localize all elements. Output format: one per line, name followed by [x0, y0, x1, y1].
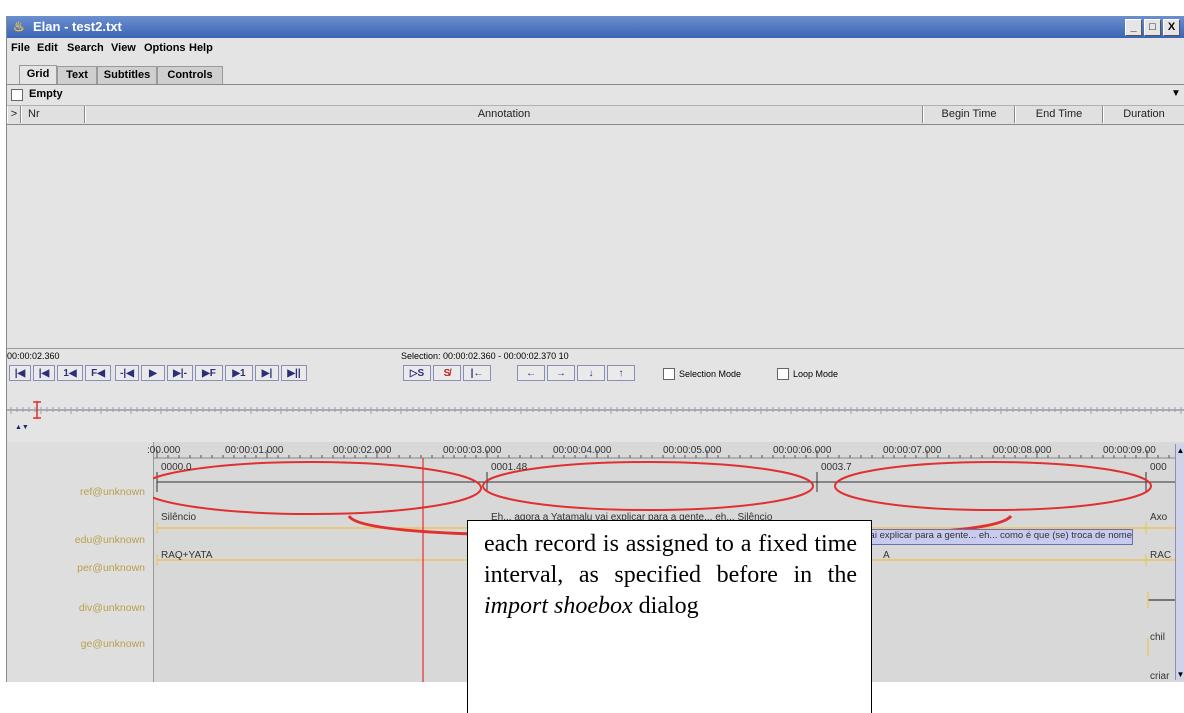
- current-time: 00:00:02.360: [7, 351, 60, 361]
- menu-bar: File Edit Search View Options Help: [7, 38, 1184, 60]
- tick-label: :00.000: [147, 445, 181, 456]
- expand-columns-button[interactable]: >: [7, 106, 21, 123]
- vertical-scrollbar[interactable]: [1175, 444, 1184, 680]
- clear-selection-button[interactable]: S̸: [433, 365, 461, 381]
- tier-label-ge[interactable]: ge@unknown: [81, 638, 145, 650]
- callout-text: each record is assigned to a fixed time …: [484, 529, 857, 622]
- annotation-ref-3[interactable]: 0003.7: [821, 462, 852, 473]
- loop-mode-checkbox[interactable]: [777, 368, 789, 380]
- tick-label: 00:00:06.000: [773, 445, 832, 456]
- close-button[interactable]: X: [1163, 19, 1180, 36]
- java-app-icon: ♨: [13, 19, 25, 34]
- column-end-time[interactable]: End Time: [1015, 106, 1103, 123]
- annotation-ge-2[interactable]: criar: [1150, 671, 1169, 682]
- annotation-ge-1[interactable]: chil: [1150, 632, 1165, 643]
- callout-text-italic: import shoebox: [484, 593, 633, 619]
- tier-label-ref[interactable]: ref@unknown: [80, 486, 145, 498]
- menu-search[interactable]: Search: [67, 42, 104, 54]
- annotation-per-1[interactable]: RAQ+YATA: [161, 550, 212, 561]
- maximize-button[interactable]: □: [1144, 19, 1161, 36]
- play-button[interactable]: ▶: [141, 365, 165, 381]
- tick-label: 00:00:07.000: [883, 445, 942, 456]
- annotation-edu-1[interactable]: Silêncio: [161, 512, 196, 523]
- annotation-per-2[interactable]: A: [883, 550, 890, 561]
- annotation-table-header: > Nr Annotation Begin Time End Time Dura…: [7, 106, 1184, 125]
- title-bar: ♨ Elan - test2.txt _ □ X: [7, 16, 1184, 38]
- annotation-table-body[interactable]: [7, 125, 1184, 349]
- go-to-end-button[interactable]: ▶||: [281, 365, 307, 381]
- tier-selector-value[interactable]: Empty: [29, 88, 63, 100]
- selection-begin-button[interactable]: |←: [463, 365, 491, 381]
- tab-grid[interactable]: Grid: [19, 65, 57, 84]
- annotation-ref-1[interactable]: 0000.0: [161, 462, 192, 473]
- menu-edit[interactable]: Edit: [37, 42, 58, 54]
- tick-label: 00:00:04.000: [553, 445, 612, 456]
- tick-label: 00:00:02.000: [333, 445, 392, 456]
- previous-second-button[interactable]: 1◀: [57, 365, 83, 381]
- column-annotation[interactable]: Annotation: [85, 106, 923, 123]
- tier-label-per[interactable]: per@unknown: [77, 562, 145, 574]
- window-title: Elan - test2.txt: [33, 19, 122, 34]
- tick-label: 00:00:01.000: [225, 445, 284, 456]
- annotation-per-3[interactable]: RAC: [1150, 550, 1171, 561]
- next-second-button[interactable]: ▶1: [225, 365, 253, 381]
- tick-label: 00:00:05.000: [663, 445, 722, 456]
- tab-controls[interactable]: Controls: [157, 66, 223, 84]
- dropdown-arrow-icon[interactable]: ▼: [1171, 88, 1181, 99]
- tab-subtitles[interactable]: Subtitles: [97, 66, 157, 84]
- selection-mode-checkbox[interactable]: [663, 368, 675, 380]
- selection-readout: Selection: 00:00:02.360 - 00:00:02.370 1…: [401, 351, 569, 361]
- tier-selector-row: Empty ▼: [7, 85, 1184, 106]
- previous-frame-button[interactable]: |◀: [33, 365, 55, 381]
- annotation-edu-3[interactable]: Axo: [1150, 512, 1167, 523]
- tier-label-edu[interactable]: edu@unknown: [75, 534, 145, 546]
- next-frame-button[interactable]: ▶|: [255, 365, 279, 381]
- column-nr[interactable]: Nr: [21, 106, 85, 123]
- minimize-button[interactable]: _: [1125, 19, 1142, 36]
- tier-labels-panel: ref@unknown edu@unknown per@unknown div@…: [7, 442, 154, 682]
- arrow-right-button[interactable]: →: [547, 365, 575, 381]
- menu-help[interactable]: Help: [189, 42, 213, 54]
- next-pixel-button[interactable]: ▶F: [195, 365, 223, 381]
- step-back-button[interactable]: -|◀: [115, 365, 139, 381]
- explanation-callout: each record is assigned to a fixed time …: [467, 520, 872, 713]
- arrow-down-button[interactable]: ↓: [577, 365, 605, 381]
- tick-label: 00:00:08.000: [993, 445, 1052, 456]
- arrow-up-button[interactable]: ↑: [607, 365, 635, 381]
- go-to-begin-button[interactable]: |◀: [9, 365, 31, 381]
- selection-mode-label: Selection Mode: [679, 369, 742, 379]
- step-forward-button[interactable]: ▶|-: [167, 365, 193, 381]
- scroll-up-icon[interactable]: ▲: [1176, 446, 1184, 458]
- play-selection-button[interactable]: ▷S: [403, 365, 431, 381]
- column-duration[interactable]: Duration: [1103, 106, 1184, 123]
- annotation-ref-4[interactable]: 000: [1150, 462, 1167, 473]
- collapse-arrows-icon[interactable]: ▲▼: [15, 424, 29, 431]
- arrow-left-button[interactable]: ←: [517, 365, 545, 381]
- annotation-ref-2[interactable]: 0001.48: [491, 462, 527, 473]
- tick-label: 00:00:03.000: [443, 445, 502, 456]
- menu-view[interactable]: View: [111, 42, 136, 54]
- column-begin-time[interactable]: Begin Time: [923, 106, 1015, 123]
- menu-file[interactable]: File: [11, 42, 30, 54]
- callout-text-end: dialog: [632, 593, 699, 619]
- callout-text-main: each record is assigned to a fixed time …: [484, 531, 857, 588]
- loop-mode-label: Loop Mode: [793, 369, 839, 379]
- menu-options[interactable]: Options: [144, 42, 186, 54]
- media-time-slider[interactable]: [7, 401, 1184, 419]
- scroll-down-icon[interactable]: ▼: [1176, 670, 1184, 682]
- tick-label: 00:00:09.00: [1103, 445, 1156, 456]
- previous-pixel-button[interactable]: F◀: [85, 365, 111, 381]
- tab-text[interactable]: Text: [57, 66, 97, 84]
- divider: [7, 348, 1184, 349]
- tier-label-div[interactable]: div@unknown: [79, 602, 145, 614]
- tab-row: Grid Text Subtitles Controls: [7, 60, 1184, 85]
- tier-checkbox[interactable]: [11, 89, 23, 101]
